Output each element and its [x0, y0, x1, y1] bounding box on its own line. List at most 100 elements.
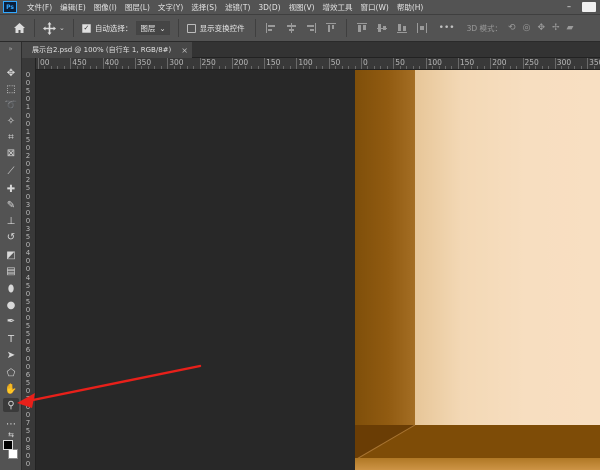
pen-tool-icon[interactable]: ✒ — [3, 314, 19, 328]
ruler-label: 100 — [298, 58, 313, 67]
align-right-icon[interactable] — [306, 23, 316, 33]
ruler-minor-tick — [444, 66, 446, 69]
maximize-button[interactable] — [582, 2, 596, 12]
ruler-label: 0 — [25, 338, 31, 347]
close-icon[interactable]: × — [181, 46, 188, 55]
menu-plugins[interactable]: 增效工具 — [319, 2, 357, 13]
3d-scale-icon[interactable]: ▰ — [567, 23, 574, 33]
more-options-button[interactable]: ••• — [439, 23, 455, 33]
toolbox-grip[interactable]: » — [0, 42, 21, 56]
show-transform-controls-label: 显示变换控件 — [199, 23, 245, 33]
eraser-tool-icon[interactable]: ◩ — [3, 248, 19, 262]
auto-select-target-select[interactable]: 图层 ⌄ — [136, 21, 170, 35]
3d-slide-icon[interactable]: ✢ — [552, 23, 560, 33]
minimize-button[interactable]: – — [562, 2, 576, 12]
ruler-label: 0 — [25, 143, 31, 152]
distribute-horizontal-icon[interactable] — [416, 23, 427, 33]
menu-image[interactable]: 图像(I) — [90, 2, 121, 13]
distribute-vertical-center-icon[interactable] — [376, 23, 387, 33]
menu-view[interactable]: 视图(V) — [285, 2, 319, 13]
hand-tool-icon[interactable]: ✋ — [3, 382, 19, 396]
display-stand-floor-corner — [355, 425, 416, 460]
chevron-down-icon[interactable]: ⌄ — [59, 24, 65, 32]
ruler-label: 7 — [25, 419, 31, 428]
ruler-minor-tick — [483, 66, 485, 69]
lasso-tool-icon[interactable]: ➰ — [3, 98, 19, 112]
ruler-label: 6 — [25, 346, 31, 355]
document-tab[interactable]: 展示台2.psd @ 100% (自行车 1, RGB/8#) × — [22, 42, 192, 58]
auto-select-checkbox[interactable]: ✓ — [81, 23, 91, 33]
distribute-top-icon[interactable] — [356, 23, 367, 33]
dodge-tool-icon[interactable]: ● — [3, 298, 19, 312]
vertical-ruler[interactable]: 0050100150200250300350400450500550600650… — [22, 58, 36, 470]
menu-window[interactable]: 窗口(W) — [357, 2, 393, 13]
3d-roll-icon[interactable]: ◎ — [523, 23, 531, 33]
type-tool-icon[interactable]: T — [3, 332, 19, 346]
3d-rotate-icon[interactable]: ⟲ — [508, 23, 516, 33]
ruler-label: 0 — [25, 362, 31, 371]
swap-colors-icon[interactable]: ⇆ — [3, 431, 19, 439]
distribute-bottom-icon[interactable] — [396, 23, 407, 33]
ruler-label: 5 — [25, 233, 31, 241]
ruler-tick — [393, 58, 395, 69]
crop-tool-icon[interactable]: ⌗ — [3, 130, 19, 144]
foreground-color-icon[interactable] — [3, 440, 13, 450]
horizontal-ruler[interactable]: 00 450 400 350 300 250 200 150 100 50 0 50 100 150 200… — [36, 58, 600, 70]
ruler-label: 150 — [459, 58, 475, 67]
ruler-label: 0 — [25, 79, 31, 88]
ruler-tick — [70, 58, 72, 69]
distribute-group — [356, 23, 427, 33]
frame-tool-icon[interactable]: ⊠ — [3, 146, 19, 160]
menu-filter[interactable]: 滤镜(T) — [221, 2, 254, 13]
ruler-label: 450 — [72, 58, 87, 67]
gradient-tool-icon[interactable]: ▤ — [3, 264, 19, 278]
show-transform-controls-checkbox[interactable] — [186, 23, 196, 33]
ruler-label: 0 — [25, 411, 31, 420]
menu-type[interactable]: 文字(Y) — [154, 2, 187, 13]
ruler-tick — [361, 58, 362, 69]
move-tool-icon[interactable]: ✥ — [3, 66, 19, 80]
align-left-icon[interactable] — [265, 23, 276, 33]
ruler-tick — [199, 58, 201, 69]
background-color-icon[interactable] — [8, 449, 18, 459]
edit-toolbar-icon[interactable]: ⋯ — [3, 417, 19, 431]
path-selection-tool-icon[interactable]: ➤ — [3, 348, 19, 362]
3d-pan-icon[interactable]: ✥ — [537, 23, 545, 33]
menu-help[interactable]: 帮助(H) — [393, 2, 428, 13]
align-horizontal-center-icon[interactable] — [286, 23, 296, 33]
move-tool-preset-icon[interactable] — [43, 21, 56, 35]
3d-mode-label: 3D 模式： — [466, 23, 503, 33]
blur-tool-icon[interactable]: ⬮ — [3, 282, 19, 296]
menu-file[interactable]: 文件(F) — [23, 2, 56, 13]
healing-brush-tool-icon[interactable]: ✚ — [3, 182, 19, 196]
history-brush-tool-icon[interactable]: ↺ — [3, 230, 19, 244]
menu-select[interactable]: 选择(S) — [187, 2, 221, 13]
ruler-label: 5 — [25, 378, 31, 387]
menu-edit[interactable]: 编辑(E) — [56, 2, 90, 13]
align-top-icon[interactable] — [325, 23, 336, 33]
document-tab-title: 展示台2.psd @ 100% (自行车 1, RGB/8#) — [32, 46, 172, 54]
magic-wand-tool-icon[interactable]: ✧ — [3, 114, 19, 128]
zoom-tool-icon[interactable]: ⚲ — [3, 398, 19, 412]
ruler-tick — [38, 58, 39, 69]
menu-layer[interactable]: 图层(L) — [121, 2, 154, 13]
ruler-minor-tick — [373, 66, 375, 69]
photoshop-logo[interactable]: Ps — [3, 1, 17, 13]
canvas-area[interactable] — [36, 70, 600, 470]
ruler-label: 5 — [25, 281, 31, 290]
eyedropper-tool-icon[interactable]: ⟋ — [3, 164, 19, 178]
ruler-tick — [296, 58, 298, 69]
ruler-label: 5 — [25, 184, 31, 193]
brush-tool-icon[interactable]: ✎ — [3, 198, 19, 212]
document-image[interactable] — [355, 70, 600, 470]
ruler-tick — [457, 58, 459, 69]
marquee-tool-icon[interactable]: ⬚ — [3, 82, 19, 96]
shape-tool-icon[interactable]: ⬠ — [3, 366, 19, 380]
clone-stamp-tool-icon[interactable]: ⊥ — [3, 214, 19, 228]
menu-3d[interactable]: 3D(D) — [254, 3, 284, 12]
ruler-minor-tick — [251, 66, 253, 69]
ruler-label: 350 — [589, 58, 600, 67]
ruler-label: 5 — [25, 135, 31, 144]
home-icon[interactable] — [12, 23, 26, 33]
ruler-minor-tick — [419, 66, 421, 69]
